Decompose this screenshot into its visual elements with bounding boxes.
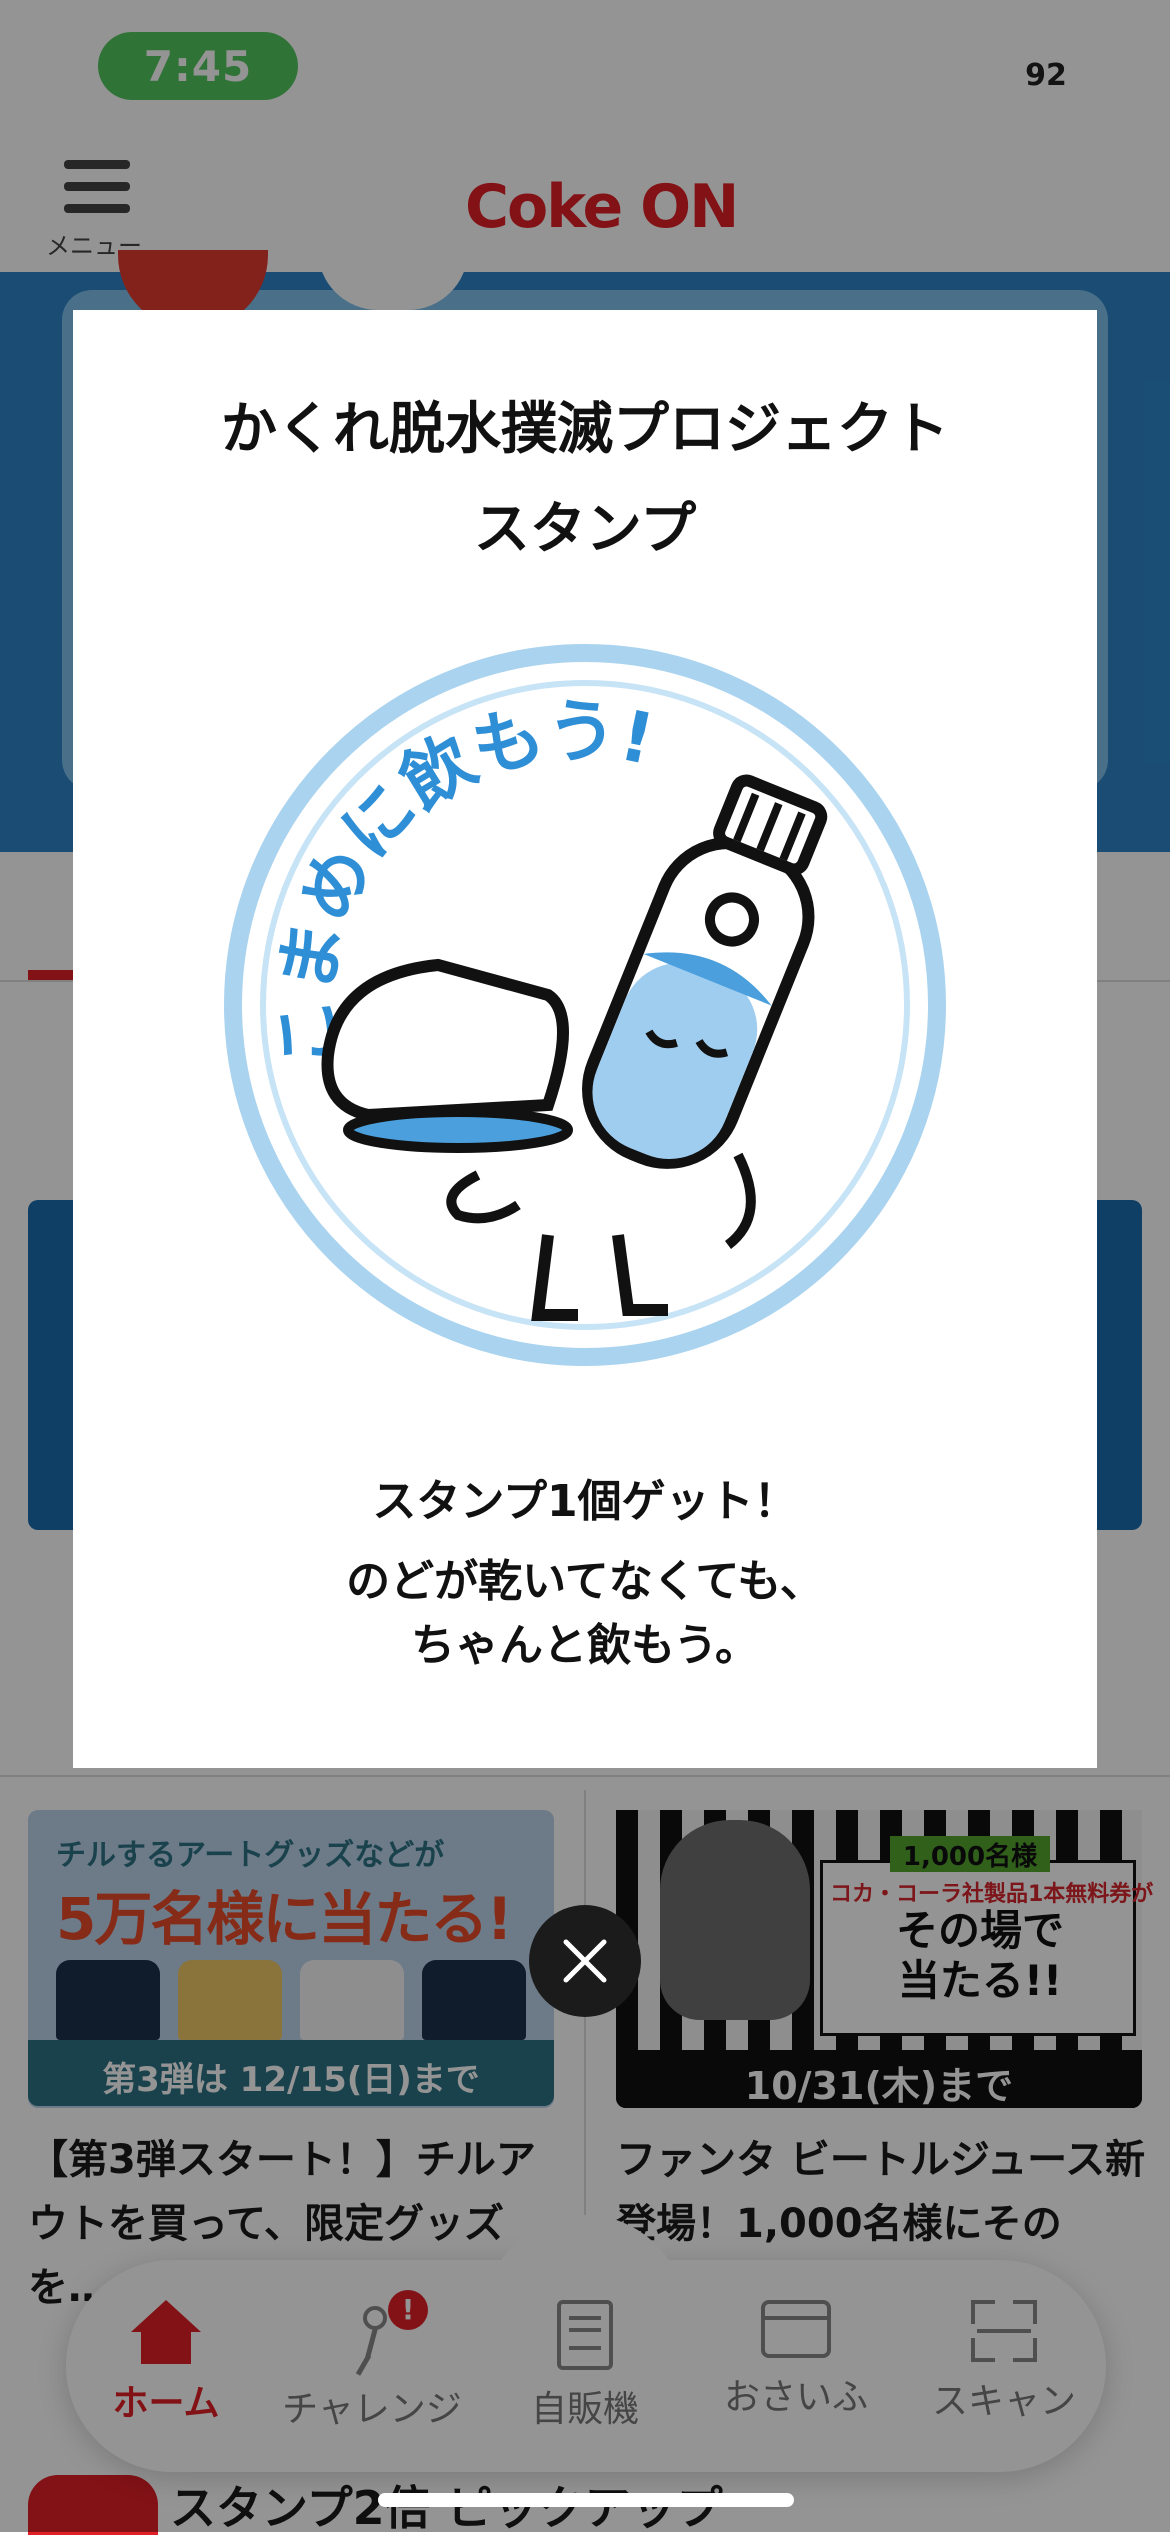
home-indicator[interactable] (378, 2493, 794, 2507)
modal-title: かくれ脱水撲滅プロジェクト スタンプ (221, 397, 949, 562)
stamp-result: スタンプ1個ゲット！ (372, 1476, 798, 1527)
close-icon (563, 1939, 607, 1983)
stamp-illustration: こまめに飲もう! (224, 644, 946, 1366)
stamp-message: のどが乾いてなくても、 ちゃんと飲もう。 (346, 1556, 824, 1671)
close-button[interactable] (529, 1905, 641, 2017)
